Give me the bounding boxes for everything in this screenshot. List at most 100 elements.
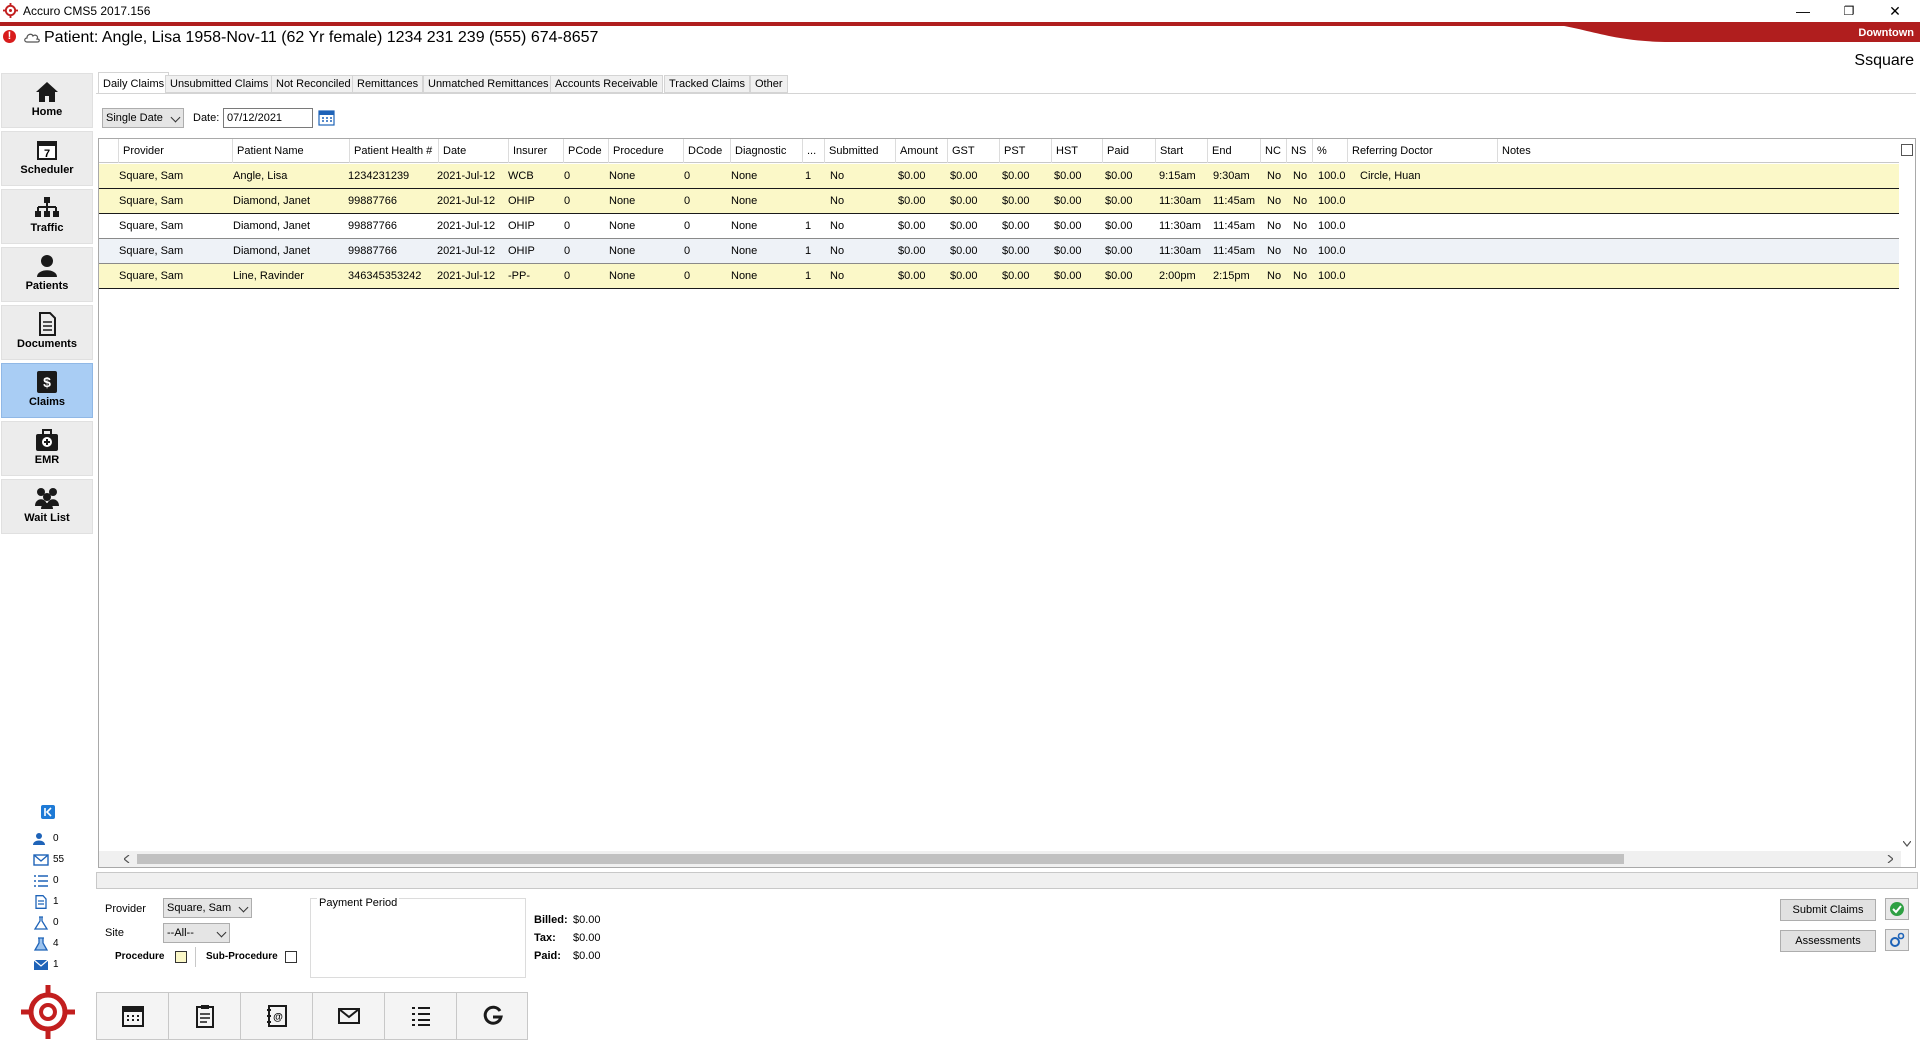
scroll-left-icon[interactable] <box>124 855 130 863</box>
col-header-end[interactable]: End <box>1208 139 1261 163</box>
table-row[interactable]: Square, Sam Diamond, Janet 99887766 2021… <box>99 239 1901 264</box>
tab-other[interactable]: Other <box>750 75 788 93</box>
patient-banner[interactable]: Patient: Angle, Lisa 1958-Nov-11 (62 Yr … <box>44 29 598 47</box>
table-row[interactable]: Square, Sam Diamond, Janet 99887766 2021… <box>99 214 1901 239</box>
col-header-provider[interactable]: Provider <box>119 139 233 163</box>
list-icon <box>34 875 48 887</box>
tab-tracked-claims[interactable]: Tracked Claims <box>664 75 750 93</box>
date-input[interactable] <box>223 108 313 128</box>
nav-traffic[interactable]: Traffic <box>1 189 93 244</box>
toolbar-address-book-button[interactable]: @ <box>241 993 313 1039</box>
date-mode-select[interactable]: Single Date <box>102 108 184 128</box>
minimize-button[interactable]: — <box>1780 0 1826 22</box>
col-header-percent[interactable]: % <box>1313 139 1348 163</box>
procedure-checkbox[interactable] <box>175 951 187 963</box>
submit-claims-button[interactable]: Submit Claims <box>1780 899 1876 921</box>
clipboard-icon <box>196 1005 214 1028</box>
nav-scheduler-label: Scheduler <box>20 164 74 176</box>
col-header-diagnostic[interactable]: Diagnostic <box>731 139 803 163</box>
scroll-down-icon[interactable] <box>1903 841 1911 847</box>
col-header-ns[interactable]: NS <box>1287 139 1313 163</box>
nav-scheduler[interactable]: 7 Scheduler <box>1 131 93 186</box>
col-header-insurer[interactable]: Insurer <box>509 139 564 163</box>
cloud-icon[interactable] <box>23 30 41 44</box>
col-header-pcode[interactable]: PCode <box>564 139 609 163</box>
col-header-nc[interactable]: NC <box>1261 139 1287 163</box>
cell-date: 2021-Jul-12 <box>437 220 496 232</box>
alert-icon[interactable]: ! <box>3 30 16 43</box>
col-header-dcode[interactable]: DCode <box>684 139 731 163</box>
toolbar-envelope-button[interactable] <box>313 993 385 1039</box>
tab-unsubmitted-claims[interactable]: Unsubmitted Claims <box>165 75 274 93</box>
cell-percent: 100.0 <box>1318 170 1346 182</box>
table-row[interactable]: Square, Sam Line, Ravinder 346345353242 … <box>99 264 1901 289</box>
cell-end: 11:45am <box>1213 220 1255 232</box>
cell-gst: $0.00 <box>950 220 978 232</box>
nav-patients[interactable]: Patients <box>1 247 93 302</box>
col-header-notes[interactable]: Notes <box>1498 139 1901 163</box>
cell-percent: 100.0 <box>1318 195 1346 207</box>
col-header-amount[interactable]: Amount <box>896 139 948 163</box>
counter-mail-value: 55 <box>53 854 65 865</box>
col-header-paid[interactable]: Paid <box>1103 139 1156 163</box>
cell-insurer: -PP- <box>508 270 530 282</box>
collapse-nav-icon[interactable] <box>41 805 55 819</box>
horizontal-scroll-thumb[interactable] <box>137 854 1624 864</box>
nav-wait-list[interactable]: Wait List <box>1 479 93 534</box>
close-button[interactable]: ✕ <box>1872 0 1918 22</box>
calendar-picker-icon[interactable] <box>318 109 335 126</box>
cell-notes <box>1500 214 1900 239</box>
col-header-procedure[interactable]: Procedure <box>609 139 684 163</box>
table-row[interactable]: Square, Sam Diamond, Janet 99887766 2021… <box>99 189 1901 214</box>
assessments-button[interactable]: Assessments <box>1780 930 1876 952</box>
toolbar-calendar-button[interactable] <box>97 993 169 1039</box>
provider-select[interactable]: Square, Sam <box>163 898 252 918</box>
tab-not-reconciled[interactable]: Not Reconciled <box>271 75 356 93</box>
home-icon <box>36 82 58 102</box>
cell-health-number: 99887766 <box>348 245 397 257</box>
nav-documents[interactable]: Documents <box>1 305 93 360</box>
cell-end: 11:45am <box>1213 245 1255 257</box>
cell-end: 2:15pm <box>1213 270 1250 282</box>
col-header-gst[interactable]: GST <box>948 139 1000 163</box>
col-header-pst[interactable]: PST <box>1000 139 1052 163</box>
nav-claims[interactable]: $ Claims <box>1 363 93 418</box>
col-header-health-number[interactable]: Patient Health # <box>350 139 439 163</box>
grid-horizontal-scrollbar[interactable] <box>99 851 1901 867</box>
toolbar-refresh-button[interactable] <box>457 993 529 1039</box>
grid-vertical-scrollbar[interactable] <box>1899 139 1915 851</box>
location-label[interactable]: Downtown <box>1858 27 1914 39</box>
provider-label: Provider <box>105 903 146 915</box>
nav-emr[interactable]: EMR <box>1 421 93 476</box>
restore-button[interactable]: ❐ <box>1826 0 1872 22</box>
col-header-submitted[interactable]: Submitted <box>825 139 896 163</box>
tab-daily-claims[interactable]: Daily Claims <box>98 72 170 94</box>
tab-accounts-receivable[interactable]: Accounts Receivable <box>550 75 663 93</box>
toolbar-checklist-button[interactable] <box>385 993 457 1039</box>
assessments-settings-button[interactable] <box>1885 929 1909 951</box>
subprocedure-checkbox[interactable] <box>285 951 297 963</box>
counter-doc-value: 1 <box>53 896 59 907</box>
cell-start: 11:30am <box>1159 220 1201 232</box>
nav-home[interactable]: Home <box>1 73 93 128</box>
submit-confirm-button[interactable] <box>1885 898 1909 920</box>
col-header-date[interactable]: Date <box>439 139 509 163</box>
accuro-brand-logo-icon <box>21 985 75 1039</box>
tab-remittances[interactable]: Remittances <box>352 75 424 93</box>
toolbar-clipboard-button[interactable] <box>169 993 241 1039</box>
col-header-hst[interactable]: HST <box>1052 139 1103 163</box>
column-chooser-icon[interactable] <box>1901 144 1913 156</box>
col-header-referring-doctor[interactable]: Referring Doctor <box>1348 139 1498 163</box>
cell-pcode: 0 <box>564 270 571 282</box>
document-icon <box>39 312 56 336</box>
col-header-start[interactable]: Start <box>1156 139 1208 163</box>
cell-date: 2021-Jul-12 <box>437 245 496 257</box>
scroll-right-icon[interactable] <box>1887 855 1893 863</box>
col-header-patient-name[interactable]: Patient Name <box>233 139 350 163</box>
tab-unmatched-remittances[interactable]: Unmatched Remittances <box>423 75 554 93</box>
site-select[interactable]: --All-- <box>163 923 230 943</box>
nav-emr-label: EMR <box>34 454 60 466</box>
cell-patient-name: Diamond, Janet <box>233 220 311 232</box>
col-header-more[interactable]: ... <box>803 139 825 163</box>
table-row[interactable]: Square, Sam Angle, Lisa 1234231239 2021-… <box>99 164 1901 189</box>
